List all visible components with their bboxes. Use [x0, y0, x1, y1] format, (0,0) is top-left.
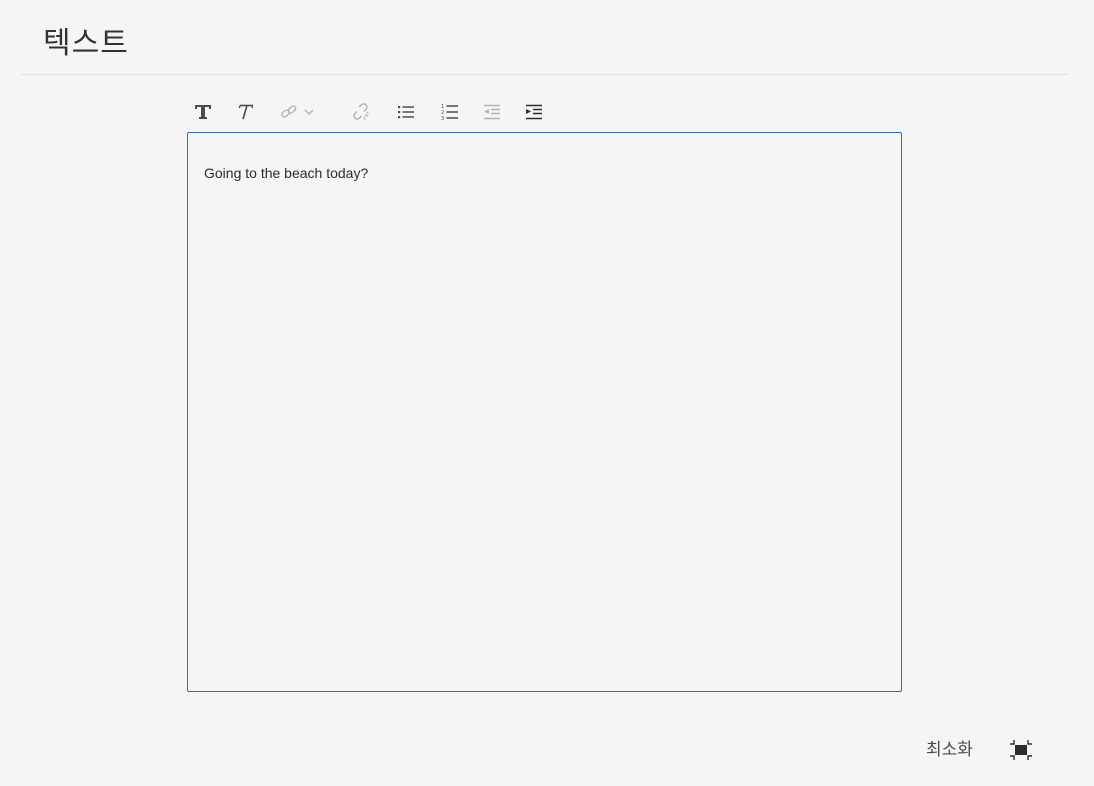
editor-content: Going to the beach today? [204, 165, 369, 181]
text-italic-icon [236, 104, 254, 120]
header: 텍스트 [21, 0, 1068, 75]
minimize-icon [1009, 739, 1033, 764]
indent-button[interactable] [518, 96, 550, 128]
text-format-button[interactable] [187, 96, 219, 128]
minimize-toggle-button[interactable] [1006, 736, 1036, 766]
numbered-list-button[interactable]: 1 2 3 [434, 96, 466, 128]
bulleted-list-button[interactable] [390, 96, 422, 128]
minimize-button[interactable]: 최소화 [926, 735, 973, 760]
rich-text-editor-page: 텍스트 1 2 3 Going to the beach today? 최소화 [0, 0, 1094, 786]
chevron-down-icon [304, 109, 314, 115]
text-italic-button[interactable] [229, 96, 261, 128]
link-icon [280, 104, 298, 120]
text-format-icon [194, 104, 212, 120]
numbered-list-icon: 1 2 3 [441, 103, 459, 121]
rich-text-editor[interactable]: Going to the beach today? [187, 132, 902, 692]
page-title: 텍스트 [43, 26, 129, 61]
unlink-icon [352, 103, 370, 121]
svg-text:3: 3 [441, 116, 444, 121]
formatting-toolbar: 1 2 3 [187, 96, 587, 128]
outdent-button[interactable] [476, 96, 508, 128]
bulleted-list-icon [397, 104, 415, 120]
outdent-icon [483, 104, 501, 120]
link-button[interactable] [273, 96, 321, 128]
unlink-button[interactable] [345, 96, 377, 128]
indent-icon [525, 104, 543, 120]
